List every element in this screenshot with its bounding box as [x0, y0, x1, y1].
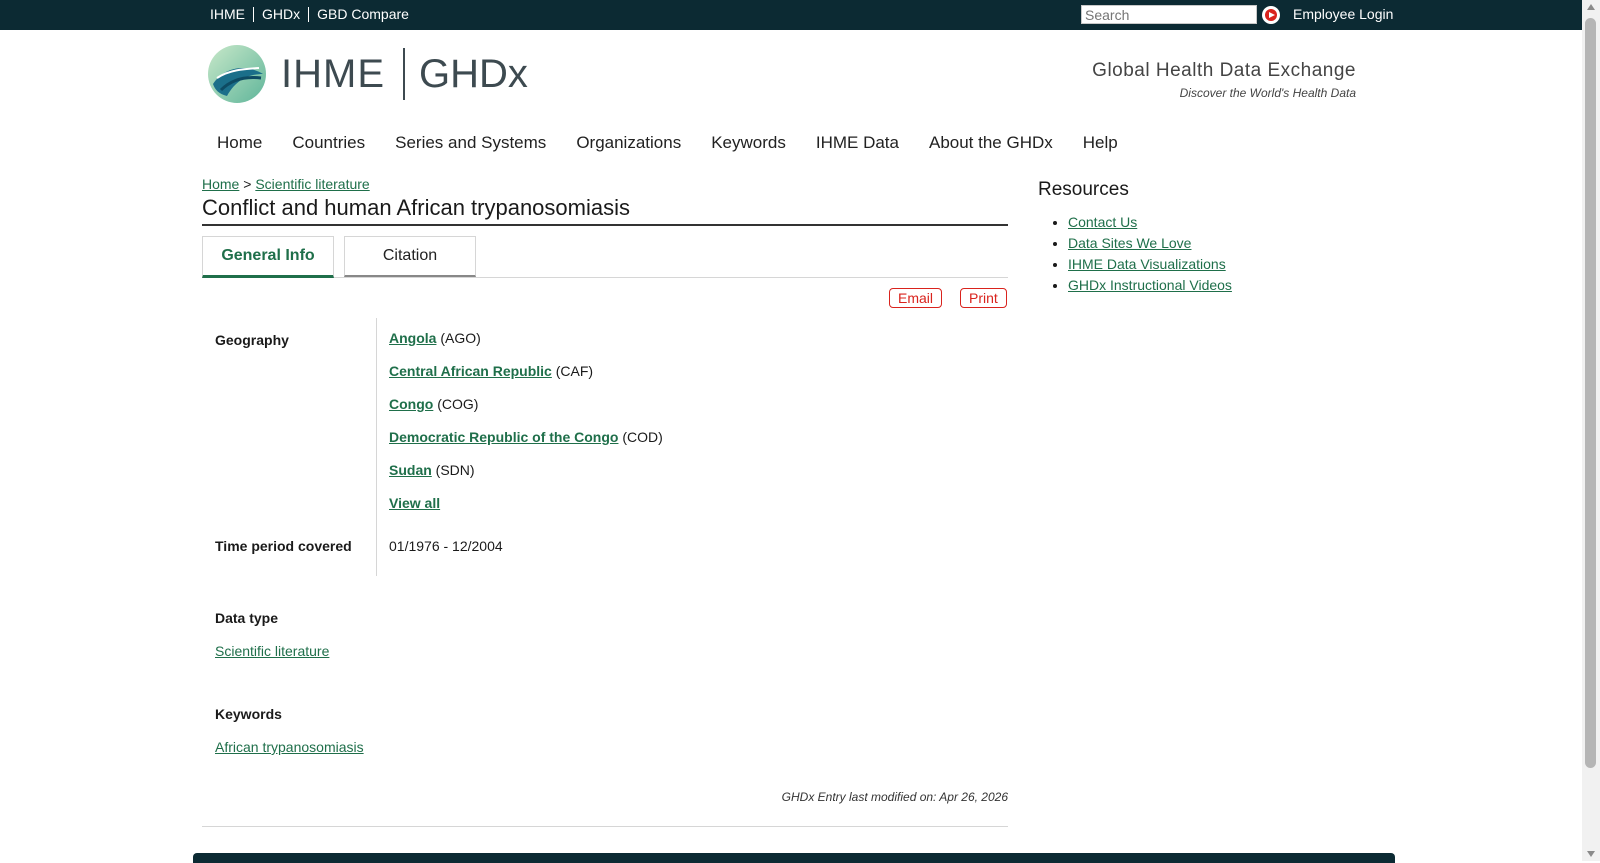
- geography-link-sudan[interactable]: Sudan: [389, 462, 432, 478]
- geography-item: Central African Republic (CAF): [389, 363, 663, 396]
- tab-general-info[interactable]: General Info: [202, 236, 334, 278]
- search-input[interactable]: [1081, 5, 1257, 24]
- keyword-link[interactable]: African trypanosomiasis: [215, 739, 364, 755]
- main-nav: Home Countries Series and Systems Organi…: [202, 133, 1133, 153]
- data-type-link[interactable]: Scientific literature: [215, 643, 329, 659]
- geography-code: (AGO): [440, 330, 481, 346]
- time-period-label: Time period covered: [215, 538, 352, 554]
- tagline-subtitle: Discover the World's Health Data: [1179, 86, 1356, 100]
- geography-code: (COG): [437, 396, 479, 412]
- nav-item-series-and-systems[interactable]: Series and Systems: [380, 133, 561, 153]
- geography-link-drc[interactable]: Democratic Republic of the Congo: [389, 429, 618, 445]
- scroll-up-icon[interactable]: [1587, 4, 1595, 10]
- nav-item-about[interactable]: About the GHDx: [914, 133, 1068, 153]
- print-button[interactable]: Print: [960, 288, 1007, 308]
- breadcrumb-home[interactable]: Home: [202, 176, 239, 192]
- geography-item: Sudan (SDN): [389, 462, 663, 495]
- geography-label: Geography: [215, 332, 289, 348]
- nav-item-help[interactable]: Help: [1068, 133, 1133, 153]
- data-type-label: Data type: [215, 610, 279, 626]
- breadcrumb-scientific-literature[interactable]: Scientific literature: [255, 176, 369, 192]
- scroll-down-icon[interactable]: [1587, 851, 1595, 857]
- resource-link-data-sites[interactable]: Data Sites We Love: [1068, 235, 1191, 251]
- logo-ghdx-text: GHDx: [419, 51, 528, 96]
- logo-ihme-text: IHME: [281, 51, 385, 96]
- nav-item-keywords[interactable]: Keywords: [696, 133, 801, 153]
- resource-link-contact-us[interactable]: Contact Us: [1068, 214, 1137, 230]
- view-all-link[interactable]: View all: [389, 495, 440, 511]
- logo-divider: [403, 48, 405, 100]
- resources-item: Contact Us: [1068, 214, 1232, 235]
- geography-item: Democratic Republic of the Congo (COD): [389, 429, 663, 462]
- geography-item: View all: [389, 495, 663, 528]
- top-link-ihme[interactable]: IHME: [204, 7, 253, 22]
- nav-item-home[interactable]: Home: [202, 133, 277, 153]
- info-column-divider: [376, 318, 377, 576]
- keywords-label: Keywords: [215, 706, 282, 722]
- geography-item: Angola (AGO): [389, 330, 663, 363]
- geography-code: (CAF): [555, 363, 594, 379]
- nav-item-ihme-data[interactable]: IHME Data: [801, 133, 914, 153]
- play-arrow-icon: [1265, 9, 1277, 21]
- geography-link-caf[interactable]: Central African Republic: [389, 363, 552, 379]
- geography-link-congo[interactable]: Congo: [389, 396, 433, 412]
- tab-citation[interactable]: Citation: [344, 236, 476, 277]
- page-scrollbar[interactable]: [1582, 0, 1600, 861]
- resources-item: Data Sites We Love: [1068, 235, 1232, 256]
- last-modified-note: GHDx Entry last modified on: Apr 26, 202…: [781, 790, 1008, 804]
- geography-item: Congo (COG): [389, 396, 663, 429]
- top-utility-bar: IHME GHDx GBD Compare Employee Login: [0, 0, 1582, 30]
- top-links: IHME GHDx GBD Compare: [204, 7, 417, 22]
- geography-code: (COD): [622, 429, 663, 445]
- resources-item: IHME Data Visualizations: [1068, 256, 1232, 277]
- email-button[interactable]: Email: [889, 288, 943, 308]
- nav-item-organizations[interactable]: Organizations: [561, 133, 696, 153]
- geography-code: (SDN): [435, 462, 475, 478]
- site-logo[interactable]: IHME GHDx: [207, 44, 528, 104]
- resources-list: Contact Us Data Sites We Love IHME Data …: [1038, 214, 1232, 298]
- resource-link-visualizations[interactable]: IHME Data Visualizations: [1068, 256, 1226, 272]
- geography-link-angola[interactable]: Angola: [389, 330, 436, 346]
- top-link-gbd-compare[interactable]: GBD Compare: [308, 7, 417, 22]
- site-tagline: Global Health Data Exchange Discover the…: [1092, 60, 1356, 100]
- breadcrumb: Home > Scientific literature: [202, 176, 370, 192]
- footer-bar: [193, 853, 1395, 863]
- resources-title: Resources: [1038, 179, 1129, 200]
- tagline-title: Global Health Data Exchange: [1092, 60, 1356, 81]
- content-divider: [202, 826, 1008, 827]
- employee-login-link[interactable]: Employee Login: [1293, 6, 1393, 22]
- tab-bar: General Info Citation: [202, 236, 1008, 278]
- top-link-ghdx[interactable]: GHDx: [253, 7, 308, 22]
- scrollbar-thumb[interactable]: [1585, 18, 1596, 768]
- time-period-value: 01/1976 - 12/2004: [389, 538, 503, 554]
- breadcrumb-separator: >: [243, 176, 252, 192]
- search-submit-button[interactable]: [1262, 6, 1280, 24]
- resources-item: GHDx Instructional Videos: [1068, 277, 1232, 298]
- resource-link-videos[interactable]: GHDx Instructional Videos: [1068, 277, 1232, 293]
- ihme-globe-icon: [208, 45, 266, 103]
- page-title: Conflict and human African trypanosomias…: [202, 195, 1008, 226]
- geography-list: Angola (AGO) Central African Republic (C…: [389, 330, 663, 528]
- nav-item-countries[interactable]: Countries: [277, 133, 380, 153]
